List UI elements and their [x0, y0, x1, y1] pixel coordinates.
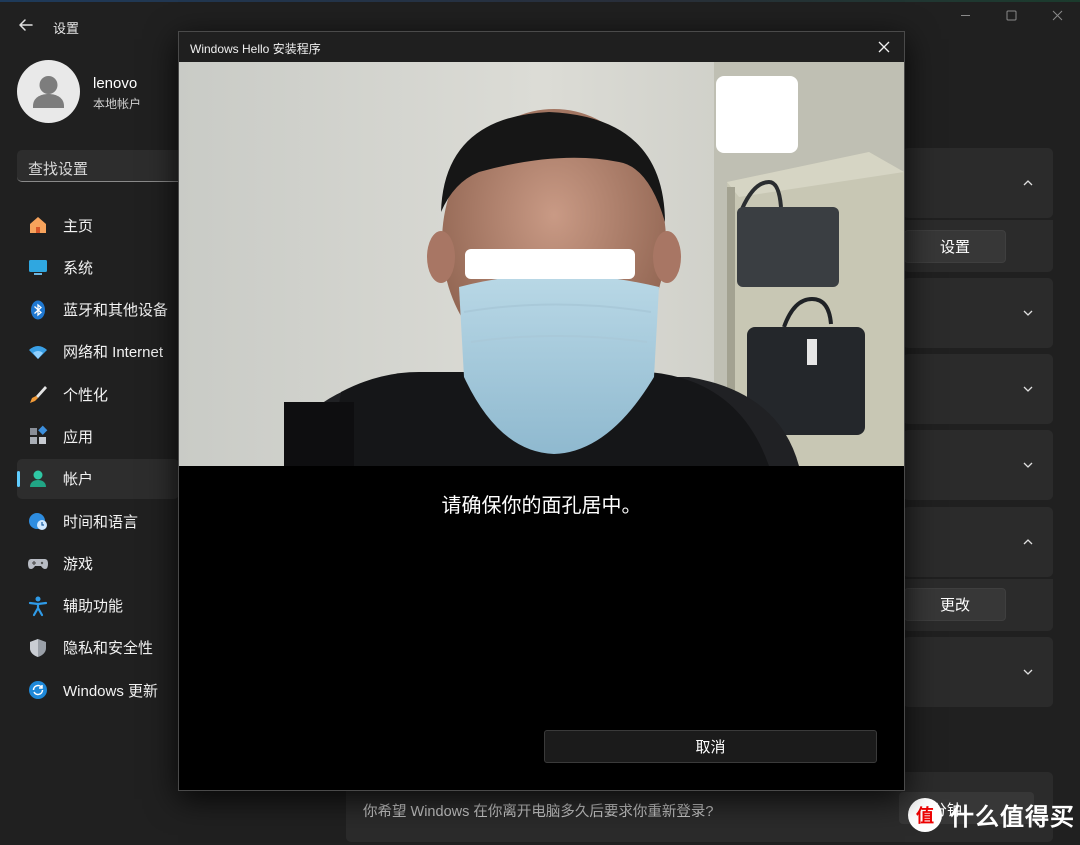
- settings-card[interactable]: [903, 354, 1053, 424]
- sidebar-item-personalization[interactable]: 个性化: [17, 374, 179, 414]
- sidebar-item-gaming[interactable]: 游戏: [17, 543, 179, 583]
- globe-clock-icon: [27, 510, 49, 532]
- close-icon: [1052, 10, 1062, 20]
- sidebar-item-system[interactable]: 系统: [17, 247, 179, 287]
- settings-card[interactable]: [903, 430, 1053, 500]
- update-icon: [27, 679, 49, 701]
- close-icon[interactable]: [876, 39, 892, 55]
- setup-button[interactable]: 设置: [904, 230, 1006, 263]
- person-icon: [27, 468, 49, 490]
- minimize-icon: [960, 14, 970, 16]
- sidebar-item-accessibility[interactable]: 辅助功能: [17, 586, 179, 626]
- accessibility-icon: [27, 595, 49, 617]
- dialog-titlebar: Windows Hello 安装程序: [179, 32, 904, 62]
- window-controls: [942, 0, 1080, 30]
- avatar[interactable]: [17, 60, 80, 123]
- sidebar-item-label: 隐私和安全性: [63, 640, 154, 658]
- camera-feed-image: [179, 62, 904, 466]
- sidebar-item-label: 网络和 Internet: [63, 344, 164, 362]
- site-watermark: 值 什么值得买: [908, 797, 1075, 832]
- apps-icon: [27, 425, 49, 447]
- sidebar-nav: 主页 系统 蓝牙和其他设备 网络和 Internet 个性化 应用 帐户 时间和…: [17, 205, 179, 713]
- chevron-down-icon[interactable]: [1021, 665, 1035, 679]
- chevron-up-icon[interactable]: [1021, 176, 1035, 190]
- signin-timeout-question: 你希望 Windows 在你离开电脑多久后要求你重新登录?: [363, 804, 714, 820]
- search-placeholder: 查找设置: [28, 161, 89, 178]
- sidebar-item-network[interactable]: 网络和 Internet: [17, 332, 179, 372]
- cancel-button[interactable]: 取消: [544, 730, 877, 763]
- sidebar-item-label: Windows 更新: [63, 682, 159, 700]
- user-name: lenovo: [93, 75, 138, 92]
- sidebar-item-accounts[interactable]: 帐户: [17, 458, 179, 499]
- sidebar-item-label: 帐户: [63, 471, 94, 489]
- search-input[interactable]: 查找设置: [17, 150, 187, 182]
- person-silhouette-icon: [33, 76, 64, 108]
- home-icon: [27, 214, 49, 236]
- gamepad-icon: [27, 552, 49, 574]
- minimize-button[interactable]: [942, 0, 988, 30]
- sidebar-item-label: 时间和语言: [63, 513, 139, 531]
- sidebar-item-bluetooth[interactable]: 蓝牙和其他设备: [17, 290, 179, 330]
- change-button[interactable]: 更改: [904, 588, 1006, 621]
- dialog-title: Windows Hello 安装程序: [190, 42, 321, 56]
- chevron-up-icon[interactable]: [1021, 535, 1035, 549]
- shield-icon: [27, 637, 49, 659]
- sidebar-item-home[interactable]: 主页: [17, 205, 179, 245]
- face-center-instruction: 请确保你的面孔居中。: [441, 495, 642, 517]
- chevron-down-icon[interactable]: [1021, 382, 1035, 396]
- watermark-badge: 值: [908, 797, 942, 832]
- sidebar-item-apps[interactable]: 应用: [17, 416, 179, 456]
- account-type: 本地帐户: [93, 97, 142, 111]
- settings-card-expanded[interactable]: [903, 148, 1053, 218]
- window-top-accent: [0, 0, 1080, 2]
- close-window-button[interactable]: [1034, 0, 1080, 30]
- settings-card-expanded[interactable]: [903, 507, 1053, 577]
- brush-icon: [27, 383, 49, 405]
- sidebar-item-label: 系统: [63, 259, 94, 277]
- maximize-icon: [1006, 10, 1016, 20]
- sidebar-item-privacy[interactable]: 隐私和安全性: [17, 628, 179, 668]
- chevron-down-icon[interactable]: [1021, 458, 1035, 472]
- wifi-icon: [27, 341, 49, 363]
- watermark-text: 什么值得买: [950, 804, 1075, 831]
- sidebar-item-label: 主页: [63, 217, 94, 235]
- app-title: 设置: [53, 21, 80, 36]
- chevron-down-icon[interactable]: [1021, 306, 1035, 320]
- bluetooth-icon: [27, 299, 49, 321]
- sidebar-item-label: 游戏: [63, 555, 94, 573]
- sidebar-item-windows-update[interactable]: Windows 更新: [17, 670, 179, 710]
- windows-hello-dialog: Windows Hello 安装程序 请确保你的面孔居中。 取消: [178, 31, 905, 791]
- maximize-button[interactable]: [988, 0, 1034, 30]
- sidebar-item-label: 个性化: [63, 386, 109, 404]
- camera-preview: [179, 62, 904, 466]
- sidebar-item-time-language[interactable]: 时间和语言: [17, 501, 179, 541]
- sidebar-item-label: 应用: [63, 428, 94, 446]
- sidebar-item-label: 辅助功能: [63, 598, 124, 616]
- settings-card[interactable]: [903, 278, 1053, 348]
- sidebar-item-label: 蓝牙和其他设备: [63, 302, 169, 320]
- back-arrow-icon[interactable]: [15, 14, 37, 36]
- monitor-icon: [27, 256, 49, 278]
- settings-card[interactable]: [903, 637, 1053, 707]
